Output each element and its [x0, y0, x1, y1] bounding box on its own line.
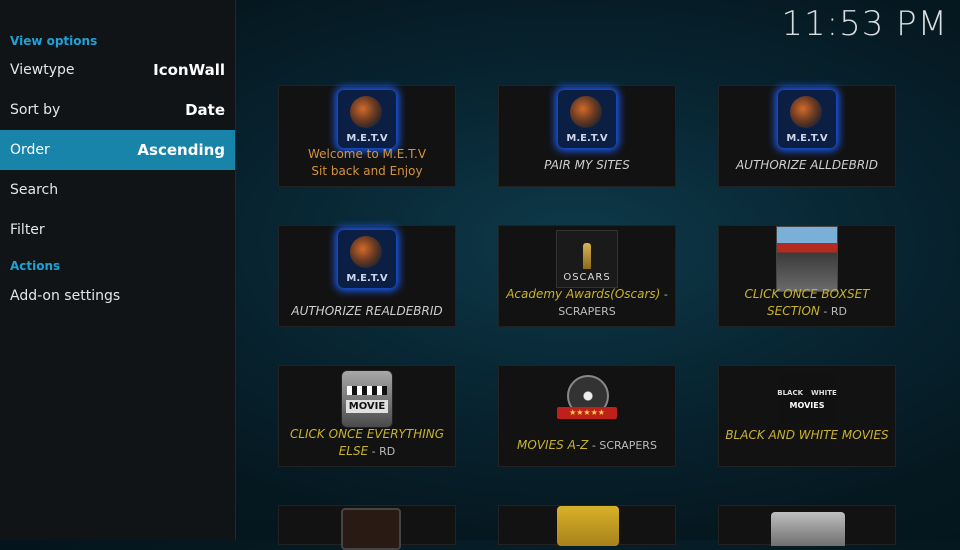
- metv-logo-icon: M.E.T.V: [336, 228, 398, 290]
- film-reel-icon: ★★★★★: [556, 368, 618, 430]
- tile-title: CLICK ONCE EVERYTHING ELSE: [289, 427, 445, 458]
- viewtype-label: Viewtype: [10, 62, 75, 78]
- tile-movies-a-z[interactable]: ★★★★★ MOVIES A-Z - SCRAPERS: [498, 365, 676, 467]
- tile-everything-else[interactable]: MOVIE CLICK ONCE EVERYTHING ELSE - RD: [278, 365, 456, 467]
- tile-title: AUTHORIZE REALDEBRID: [291, 304, 443, 318]
- tile-partial-folder[interactable]: [718, 505, 896, 546]
- tile-caption: MOVIES A-Z - SCRAPERS: [505, 437, 669, 454]
- clock: 11:53 PM: [781, 4, 948, 44]
- tile-boxset-section[interactable]: CLICK ONCE BOXSET SECTION - RD: [718, 225, 896, 327]
- tile-title: MOVIES A-Z: [517, 438, 589, 452]
- order-option[interactable]: Order Ascending: [0, 130, 235, 170]
- order-label: Order: [10, 142, 50, 158]
- tile-welcome[interactable]: M.E.T.V Welcome to M.E.T.V Sit back and …: [278, 85, 456, 187]
- sort-by-value: Date: [185, 101, 225, 119]
- metv-logo-icon: M.E.T.V: [776, 88, 838, 150]
- filter-option[interactable]: Filter: [0, 210, 235, 250]
- oscars-icon: OSCARS: [556, 228, 618, 290]
- addon-settings-label: Add-on settings: [10, 288, 121, 304]
- sort-by-option[interactable]: Sort by Date: [0, 90, 235, 130]
- tile-caption: CLICK ONCE EVERYTHING ELSE - RD: [285, 426, 449, 460]
- view-options-heading: View options: [10, 34, 98, 48]
- tile-caption: Academy Awards(Oscars) - SCRAPERS: [505, 286, 669, 320]
- tile-partial-tv-logo[interactable]: [498, 505, 676, 546]
- tile-title: CLICK ONCE BOXSET SECTION: [744, 287, 870, 318]
- sort-by-label: Sort by: [10, 102, 61, 118]
- tv-logo-icon: [557, 506, 619, 546]
- tile-suffix: - SCRAPERS: [588, 439, 657, 452]
- tile-black-white-movies[interactable]: BLACK WHITE MOVIES BLACK AND WHITE MOVIES: [718, 365, 896, 467]
- actions-heading: Actions: [10, 259, 61, 273]
- tile-title: AUTHORIZE ALLDEBRID: [735, 158, 879, 172]
- search-label: Search: [10, 182, 59, 198]
- metv-logo-icon: M.E.T.V: [336, 88, 398, 150]
- tile-caption: BLACK AND WHITE MOVIES: [725, 427, 889, 444]
- movie-clapper-icon: MOVIE: [336, 368, 398, 430]
- tile-authorize-alldebrid[interactable]: M.E.T.V AUTHORIZE ALLDEBRID: [718, 85, 896, 187]
- filter-label: Filter: [10, 222, 45, 238]
- tile-caption: AUTHORIZE REALDEBRID: [285, 303, 449, 320]
- tile-title: PAIR MY SITES: [544, 158, 630, 172]
- addon-settings-option[interactable]: Add-on settings: [0, 276, 235, 316]
- search-option[interactable]: Search: [0, 170, 235, 210]
- black-white-movies-icon: BLACK WHITE MOVIES: [776, 368, 838, 430]
- tile-suffix: - RD: [819, 305, 847, 318]
- viewtype-option[interactable]: Viewtype IconWall: [0, 50, 235, 90]
- order-value: Ascending: [137, 141, 225, 159]
- tile-pair-my-sites[interactable]: M.E.T.V PAIR MY SITES: [498, 85, 676, 187]
- tile-caption: CLICK ONCE BOXSET SECTION - RD: [725, 286, 889, 320]
- tile-title: Welcome to M.E.T.V: [307, 147, 427, 161]
- viewtype-value: IconWall: [153, 61, 225, 79]
- tile-caption: AUTHORIZE ALLDEBRID: [725, 157, 889, 174]
- tv-icon: [341, 508, 401, 550]
- tile-authorize-realdebrid[interactable]: M.E.T.V AUTHORIZE REALDEBRID: [278, 225, 456, 327]
- tile-suffix: - RD: [368, 445, 396, 458]
- view-options-sidebar: View options Viewtype IconWall Sort by D…: [0, 0, 236, 540]
- tile-title: BLACK AND WHITE MOVIES: [725, 428, 889, 442]
- tile-partial-tv[interactable]: [278, 505, 456, 550]
- tile-caption: Welcome to M.E.T.V Sit back and Enjoy: [285, 146, 449, 180]
- tile-title: Academy Awards(Oscars): [506, 287, 661, 301]
- folder-icon: [771, 512, 845, 546]
- tile-academy-awards[interactable]: OSCARS Academy Awards(Oscars) - SCRAPERS: [498, 225, 676, 327]
- boxset-poster-icon: [776, 226, 838, 292]
- metv-logo-icon: M.E.T.V: [556, 88, 618, 150]
- tile-subtitle: Sit back and Enjoy: [311, 164, 423, 178]
- tile-caption: PAIR MY SITES: [505, 157, 669, 174]
